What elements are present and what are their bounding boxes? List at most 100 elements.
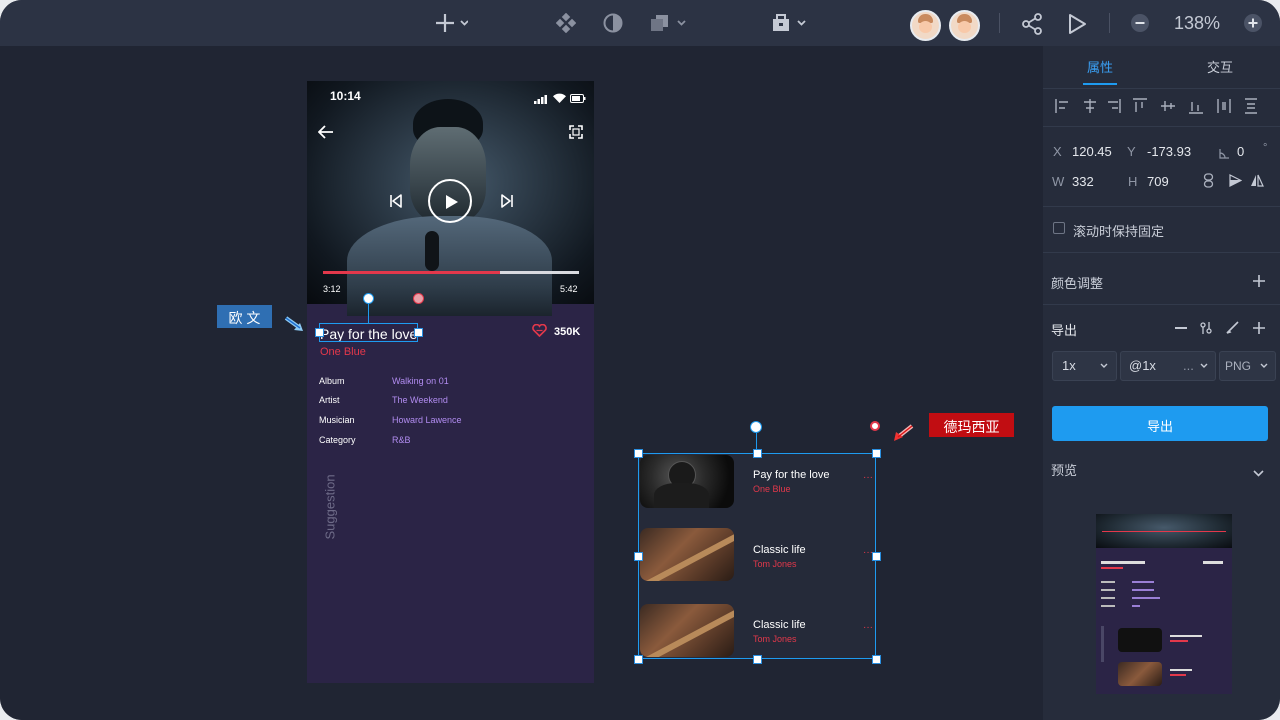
chevron-down-icon [1200, 363, 1208, 368]
skip-forward-icon[interactable] [500, 194, 514, 213]
toolbar-divider [999, 13, 1000, 33]
arrow-pointer-icon [284, 316, 306, 337]
contrast-icon[interactable] [603, 13, 623, 33]
detail-key-category: Category [319, 435, 356, 445]
h-label: H [1128, 174, 1138, 189]
avatar[interactable] [949, 10, 980, 41]
toolbar-divider [1109, 13, 1110, 33]
resize-handle[interactable] [872, 655, 881, 664]
resize-handle[interactable] [315, 328, 324, 337]
add-icon[interactable] [434, 12, 468, 34]
zoom-level[interactable]: 138% [1174, 13, 1220, 34]
play-icon[interactable] [1067, 13, 1087, 35]
y-label: Y [1127, 144, 1136, 159]
preview-thumbnail [1096, 514, 1232, 694]
top-toolbar: 138% [0, 0, 1280, 46]
divider [1043, 126, 1280, 127]
play-button[interactable] [428, 179, 472, 223]
slice-icon[interactable] [1226, 321, 1239, 339]
skip-back-icon[interactable] [389, 194, 403, 213]
add-icon[interactable] [1253, 274, 1265, 292]
resize-handle[interactable] [634, 655, 643, 664]
avatar[interactable] [910, 10, 941, 41]
export-button-label: 导出 [1146, 419, 1173, 434]
song-artist: One Blue [320, 346, 366, 358]
resize-handle[interactable] [753, 449, 762, 458]
align-toolbar [1055, 98, 1269, 119]
h-field[interactable]: 709 [1147, 174, 1169, 189]
heart-icon[interactable] [532, 323, 547, 342]
scale-value: 1x [1062, 358, 1076, 373]
annotation-label-right: 德玛西亚 [929, 413, 1014, 437]
tab-properties[interactable]: 属性 [1087, 57, 1113, 76]
suffix-value: @1x [1129, 358, 1156, 373]
remove-icon[interactable] [1175, 327, 1187, 329]
title-selection-box[interactable] [319, 323, 418, 342]
detail-key-album: Album [319, 376, 345, 386]
chevron-down-icon [1100, 363, 1108, 368]
zoom-in-icon[interactable] [1244, 14, 1262, 32]
scale-select[interactable]: 1x [1052, 351, 1117, 381]
divider [1043, 206, 1280, 207]
x-label: X [1053, 144, 1062, 159]
link-icon[interactable] [1203, 173, 1214, 193]
rotate-handle[interactable] [363, 293, 374, 304]
flip-horizontal-icon[interactable] [1229, 174, 1243, 192]
export-settings-icon[interactable] [1200, 321, 1213, 340]
resize-handle[interactable] [872, 449, 881, 458]
status-time: 10:14 [330, 89, 361, 103]
rotate-handle[interactable] [750, 421, 762, 433]
suffix-select[interactable]: @1x ... [1120, 351, 1216, 381]
x-field[interactable]: 120.45 [1072, 144, 1112, 159]
detail-key-artist: Artist [319, 395, 340, 405]
layers-icon[interactable] [650, 13, 690, 33]
detail-value-artist: The Weekend [392, 395, 448, 405]
back-arrow-icon[interactable] [317, 125, 334, 144]
list-selection-box[interactable] [638, 453, 876, 659]
toolbox-icon[interactable] [771, 13, 811, 33]
phone-artboard[interactable]: 10:14 3:12 5:42 Pay for the love One Blu… [307, 81, 594, 683]
export-button[interactable]: 导出 [1052, 406, 1268, 441]
suggestion-label: Suggestion [322, 474, 338, 540]
resize-handle[interactable] [872, 552, 881, 561]
y-field[interactable]: -173.93 [1147, 144, 1191, 159]
progress-track[interactable] [323, 271, 579, 274]
detail-value-musician: Howard Lawence [392, 415, 462, 425]
add-icon[interactable] [1253, 321, 1265, 339]
fixed-scroll-checkbox[interactable] [1053, 222, 1065, 234]
component-icon[interactable] [556, 13, 576, 33]
resize-handle[interactable] [634, 552, 643, 561]
annotation-text-left: 欧 文 [228, 310, 261, 326]
format-value: PNG [1225, 359, 1252, 373]
property-panel: 属性 交互 X 120.45 Y -173.93 0 ° W 332 H 709… [1043, 46, 1280, 720]
progress-fill [323, 271, 500, 274]
resize-handle[interactable] [634, 449, 643, 458]
format-select[interactable]: PNG [1219, 351, 1276, 381]
pivot-handle[interactable] [413, 293, 424, 304]
degree-unit: ° [1263, 142, 1268, 154]
chevron-down-icon[interactable] [1253, 464, 1264, 482]
flip-vertical-icon[interactable] [1250, 174, 1264, 192]
elapsed-time: 3:12 [323, 284, 341, 294]
pivot-handle[interactable] [870, 421, 880, 431]
detail-value-category: R&B [392, 435, 411, 445]
rotation-field[interactable]: 0 [1237, 144, 1244, 159]
active-tab-indicator [1083, 83, 1117, 85]
rotate-stem [368, 303, 369, 323]
battery-icon [570, 90, 586, 108]
arrow-pointer-icon [892, 424, 914, 447]
zoom-out-icon[interactable] [1131, 14, 1149, 32]
resize-handle[interactable] [414, 328, 423, 337]
fixed-scroll-label: 滚动时保持固定 [1073, 224, 1165, 239]
wifi-icon [553, 90, 566, 108]
fullscreen-icon[interactable] [569, 125, 583, 144]
design-app-window: 138% 10:14 3:12 5:42 Pay for the love On… [0, 0, 1280, 720]
preview-label: 预览 [1051, 463, 1078, 478]
rotate-stem [756, 433, 757, 449]
resize-handle[interactable] [753, 655, 762, 664]
share-icon[interactable] [1021, 13, 1043, 35]
signal-icon [534, 91, 548, 109]
duration-time: 5:42 [560, 284, 578, 294]
tab-interaction[interactable]: 交互 [1207, 57, 1233, 76]
w-field[interactable]: 332 [1072, 174, 1094, 189]
